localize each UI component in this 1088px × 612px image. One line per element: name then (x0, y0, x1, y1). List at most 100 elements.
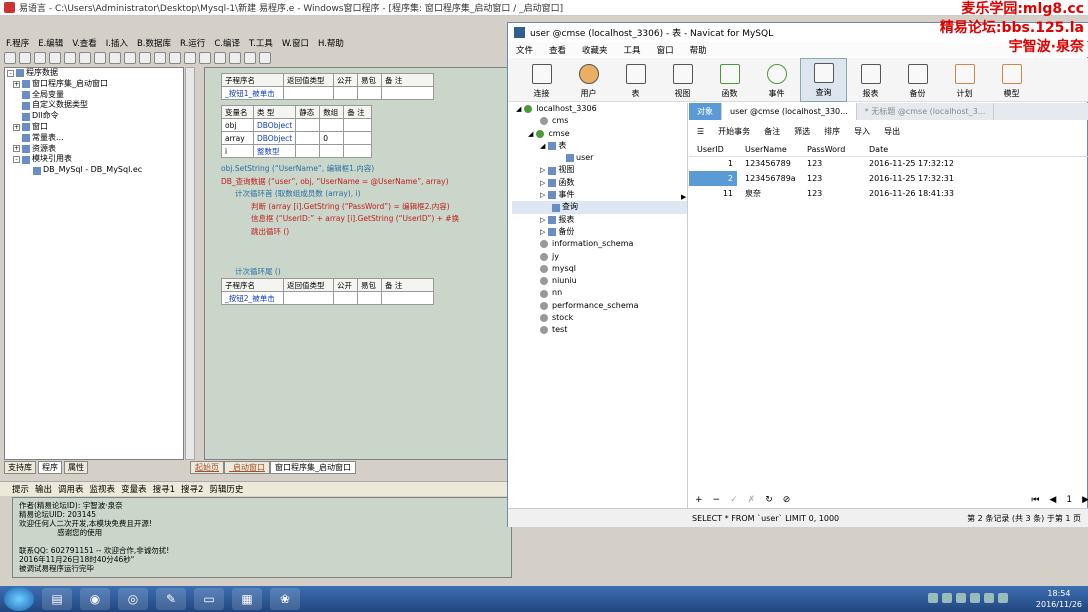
tree-item[interactable]: test (512, 324, 687, 336)
tree-item[interactable]: ▷ 函数 (512, 177, 687, 189)
page-number[interactable]: 1 (1066, 495, 1072, 505)
tab-search1[interactable]: 搜寻1 (153, 483, 175, 495)
layout2-icon[interactable] (154, 52, 166, 64)
tree-item[interactable]: ▷ 事件 (512, 189, 687, 201)
tree-item[interactable]: Dll命令 (5, 111, 183, 122)
tab-window-assembly[interactable]: 窗口程序集_启动窗口 (270, 461, 356, 474)
tab-program[interactable]: 程序 (38, 461, 62, 474)
tree-item[interactable]: 自定义数据类型 (5, 100, 183, 111)
tree-item[interactable]: - 模块引用表 (5, 154, 183, 165)
cell[interactable]: 123 (799, 156, 861, 171)
tree-item[interactable]: ◢ cmse (512, 128, 687, 140)
menu-view[interactable]: V.查看 (72, 37, 96, 49)
col-header-userid[interactable]: UserID (689, 143, 737, 157)
cell[interactable]: 123456789 (737, 156, 799, 171)
layout1-icon[interactable] (139, 52, 151, 64)
new-icon[interactable] (4, 52, 16, 64)
caret-down-icon[interactable]: ◢ (540, 140, 545, 152)
menu-tools[interactable]: T.工具 (249, 37, 273, 49)
start-button[interactable] (4, 587, 34, 611)
menu-view[interactable]: 查看 (549, 44, 566, 56)
collapse-icon[interactable]: - (13, 156, 20, 164)
hand-icon[interactable] (244, 52, 256, 64)
menu-tools[interactable]: 工具 (624, 44, 641, 56)
cell[interactable]: 123 (799, 171, 861, 186)
table-button[interactable]: 表 (612, 58, 659, 102)
tab-start-page[interactable]: 起始页 (190, 461, 224, 474)
tree-item[interactable]: + 窗口程序集_启动窗口 (5, 79, 183, 90)
query-button[interactable]: 查询 (800, 58, 847, 102)
var-row[interactable]: obj DBObject (221, 118, 373, 132)
col-header-password[interactable]: PassWord (799, 143, 861, 157)
tree-item[interactable]: 查询 (512, 201, 687, 214)
caret-right-icon[interactable]: ▷ (540, 177, 545, 189)
tab-start-window[interactable]: _启动窗口 (224, 461, 270, 474)
tree-item[interactable]: DB_MySql - DB_MySql.ec (5, 165, 183, 176)
paste-icon[interactable] (79, 52, 91, 64)
next-page-icon[interactable]: ▶ (1082, 495, 1088, 505)
delete-row-icon[interactable]: − (713, 495, 721, 505)
yi-language-icon[interactable]: ✎ (156, 588, 186, 610)
menu-program[interactable]: F.程序 (6, 37, 29, 49)
tree-item[interactable]: mysql (512, 263, 687, 275)
tree-item[interactable]: jy (512, 251, 687, 263)
undo-icon[interactable] (94, 52, 106, 64)
discard-icon[interactable]: ✗ (748, 495, 756, 505)
tree-item[interactable]: ▷ 报表 (512, 214, 687, 226)
menu-run[interactable]: R.运行 (180, 37, 205, 49)
col-header-username[interactable]: UserName (737, 143, 799, 157)
run-icon[interactable] (184, 52, 196, 64)
code-line[interactable]: DB_查询数据 (“user”, obj, “UserName = @UserN… (221, 176, 459, 189)
green-app-icon[interactable]: ❀ (270, 588, 300, 610)
tree-item[interactable]: ◢ 表 (512, 140, 687, 152)
tree-item[interactable]: nn (512, 287, 687, 299)
layout3-icon[interactable] (169, 52, 181, 64)
cell[interactable]: 123 (799, 186, 861, 201)
tab-call-table[interactable]: 调用表 (58, 483, 84, 495)
tab-output[interactable]: 输出 (35, 483, 52, 495)
first-page-icon[interactable]: ⏮ (1031, 495, 1039, 505)
code-editor[interactable]: 子程序名 返回值类型 公开 易包 备 注 _按钮1_被单击 变量名 类 型 静态… (204, 67, 510, 460)
var-row[interactable]: array DBObject 0 (221, 131, 373, 145)
stop-icon[interactable] (199, 52, 211, 64)
user-button[interactable]: 用户 (565, 58, 612, 102)
tree-item[interactable]: + 窗口 (5, 122, 183, 133)
tab-search2[interactable]: 搜寻2 (181, 483, 203, 495)
tree-item[interactable]: 全局变量 (5, 90, 183, 101)
report-button[interactable]: 报表 (847, 58, 894, 102)
tree-item[interactable]: + 资源表 (5, 144, 183, 155)
cell[interactable]: 2016-11-25 17:32:12 (861, 156, 1088, 171)
cell[interactable]: 泉奈 (737, 186, 799, 201)
table-row[interactable]: 2 123456789a 123 2016-11-25 17:32:31 (689, 171, 1088, 186)
code-line[interactable]: obj.SetString (“UserName”, 编辑框1.内容) (221, 163, 459, 176)
compile-icon[interactable] (259, 52, 271, 64)
cell[interactable]: 2016-11-25 17:32:31 (861, 171, 1088, 186)
tray-icon[interactable] (928, 593, 938, 603)
tab-hint[interactable]: 提示 (12, 483, 29, 495)
notepad-icon[interactable]: ▭ (194, 588, 224, 610)
tree-item[interactable]: performance_schema (512, 300, 687, 312)
table-row[interactable]: 1 123456789 123 2016-11-25 17:32:12 (689, 156, 1088, 171)
caret-down-icon[interactable]: ◢ (516, 103, 521, 115)
tree-item[interactable]: ◢ localhost_3306 (512, 103, 687, 115)
tab-clip-history[interactable]: 剪辑历史 (209, 483, 243, 495)
tray-icon[interactable] (956, 593, 966, 603)
code-line[interactable]: 信息框 (“UserID:” + array [i].GetString (“U… (221, 213, 459, 226)
menu-edit[interactable]: E.编辑 (38, 37, 63, 49)
network-icon[interactable] (998, 593, 1008, 603)
caret-right-icon[interactable]: ▷ (540, 226, 545, 238)
apply-icon[interactable]: ✓ (730, 495, 738, 505)
step-icon[interactable] (214, 52, 226, 64)
menu-help[interactable]: 帮助 (690, 44, 707, 56)
tab-properties[interactable]: 属性 (64, 461, 88, 474)
tab-user-table[interactable]: user @cmse (localhost_330... (722, 103, 857, 120)
tree-item[interactable]: user (512, 152, 687, 164)
tree-item[interactable]: - 程序数据 (5, 68, 183, 79)
export-button[interactable]: 导出 (884, 126, 900, 137)
tab-watch-table[interactable]: 监视表 (90, 483, 116, 495)
tree-item[interactable]: ▷ 备份 (512, 226, 687, 238)
connect-button[interactable]: 连接 (518, 58, 565, 102)
tab-support-lib[interactable]: 支持库 (4, 461, 36, 474)
menu-compile[interactable]: C.编译 (214, 37, 240, 49)
clock[interactable]: 18:54 2016/11/26 (1036, 588, 1082, 610)
